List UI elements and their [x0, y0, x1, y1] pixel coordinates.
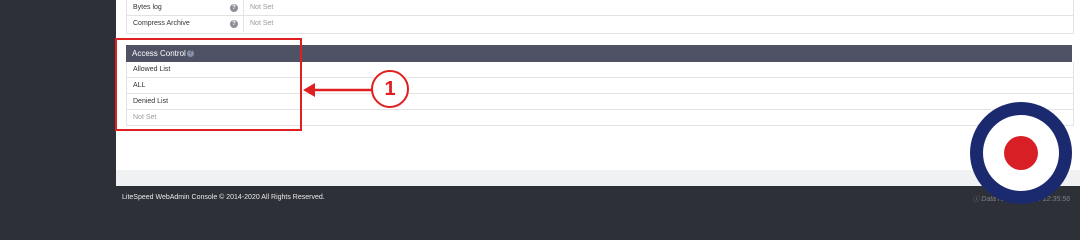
help-icon[interactable]: ? [230, 4, 238, 12]
footer: LiteSpeed WebAdmin Console © 2014-2020 A… [116, 186, 1080, 211]
left-arrow-icon [303, 83, 373, 97]
row-label-bytes-log: Bytes log [133, 4, 162, 11]
annotation-highlight-box [115, 38, 302, 131]
left-sidebar [0, 0, 116, 211]
footer-copyright: LiteSpeed WebAdmin Console © 2014-2020 A… [122, 194, 325, 201]
settings-table: Bytes log ? Not Set Compress Archive ? N… [126, 0, 1074, 34]
row-label-compress-archive: Compress Archive [133, 20, 190, 27]
row-value-bytes-log: Not Set [243, 0, 273, 15]
row-value-compress-archive: Not Set [243, 16, 273, 32]
table-row: Compress Archive ? Not Set [127, 16, 1073, 32]
callout-number-badge: 1 [371, 70, 409, 108]
table-row: Bytes log ? Not Set [127, 0, 1073, 16]
help-icon[interactable]: ? [230, 20, 238, 28]
roundel-icon [970, 102, 1072, 204]
content-bottom-strip [116, 170, 1080, 186]
